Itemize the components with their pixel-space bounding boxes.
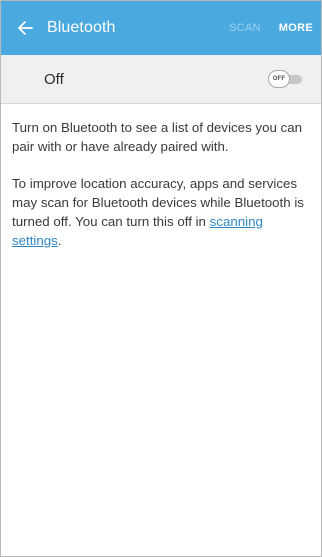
scan-button[interactable]: SCAN <box>229 22 261 34</box>
bluetooth-toggle-row[interactable]: Off OFF <box>1 55 321 104</box>
info-paragraph-pairing: Turn on Bluetooth to see a list of devic… <box>12 120 302 154</box>
bluetooth-settings-screen: Bluetooth SCAN MORE Off OFF Turn on Blue… <box>0 0 322 557</box>
switch-thumb: OFF <box>268 70 290 88</box>
bluetooth-status-label: Off <box>44 70 64 88</box>
info-paragraph-scanning: To improve location accuracy, apps and s… <box>12 174 311 250</box>
info-content: Turn on Bluetooth to see a list of devic… <box>1 104 321 250</box>
back-arrow-icon[interactable] <box>13 16 37 40</box>
switch-off-text: OFF <box>272 76 286 82</box>
bluetooth-switch[interactable]: OFF <box>268 70 304 88</box>
scanning-text-end: . <box>57 233 62 248</box>
more-button[interactable]: MORE <box>279 22 313 34</box>
app-bar: Bluetooth SCAN MORE <box>1 1 321 55</box>
page-title: Bluetooth <box>47 19 116 36</box>
